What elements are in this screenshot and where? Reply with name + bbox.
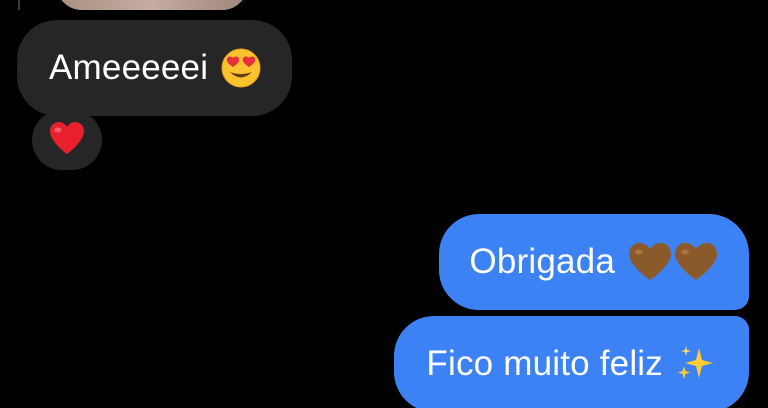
heart-eyes-emoji-icon [220,47,262,89]
outgoing-message-bubble[interactable]: Obrigada [439,214,749,310]
chat-thread: Ameeeeei Obrigada Fico muito feliz [0,0,768,408]
message-reaction[interactable] [32,110,102,170]
incoming-message-text: Ameeeeei [49,48,209,87]
outgoing-message-text: Obrigada [469,242,615,281]
outgoing-message-bubble[interactable]: Fico muito feliz [394,316,749,408]
brown-hearts-emoji-icon [627,242,719,282]
outgoing-message-text: Fico muito feliz [426,344,663,383]
red-heart-emoji-icon [48,121,86,160]
thread-divider [18,0,20,10]
photo-message[interactable] [56,0,248,10]
sparkles-emoji-icon [675,344,715,384]
incoming-message-bubble[interactable]: Ameeeeei [17,20,293,116]
